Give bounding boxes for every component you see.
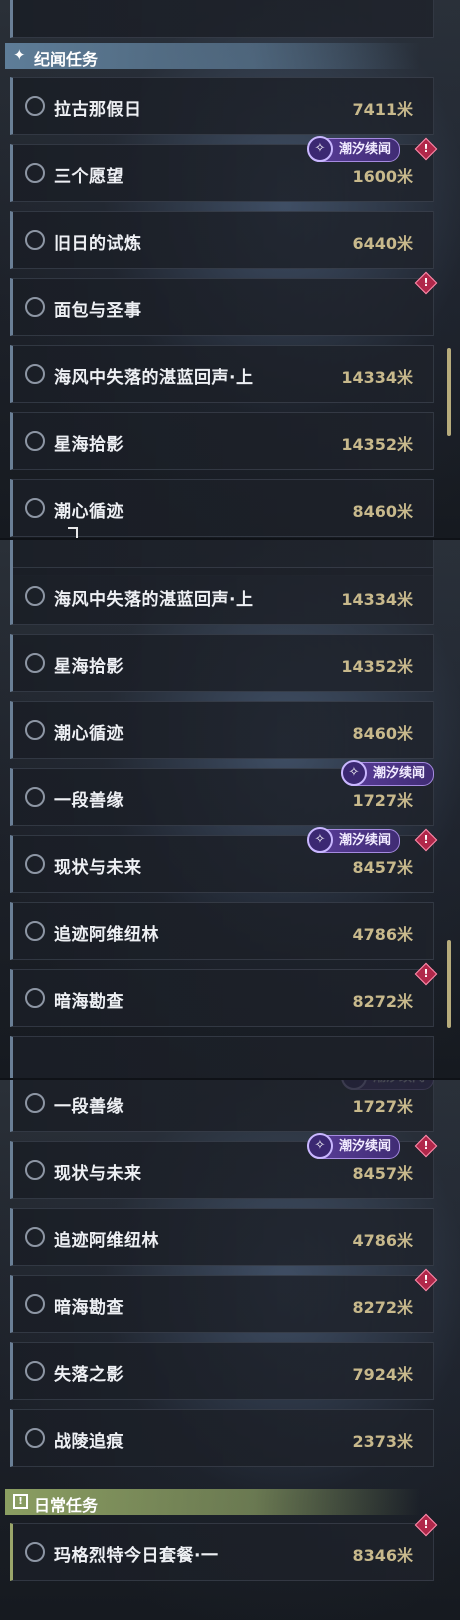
quest-row[interactable]: 暗海勘查 8272米 bbox=[10, 1275, 434, 1333]
quest-row-partial[interactable] bbox=[10, 1036, 434, 1080]
track-circle-icon[interactable] bbox=[25, 720, 45, 740]
track-circle-icon[interactable] bbox=[25, 1294, 45, 1314]
quest-row[interactable]: 海风中失落的湛蓝回声·上 14334米 bbox=[10, 567, 434, 625]
quest-row[interactable]: 一段善缘 1727米 bbox=[10, 1080, 434, 1132]
track-circle-icon[interactable] bbox=[25, 364, 45, 384]
quest-row[interactable]: 拉古那假日 7411米 bbox=[10, 77, 434, 135]
quest-row[interactable]: 潮心循迹 8460米 bbox=[10, 701, 434, 759]
quest-row[interactable]: 失落之影 7924米 bbox=[10, 1342, 434, 1400]
daily-quest-row[interactable]: 玛格烈特今日套餐·一 8346米 bbox=[10, 1523, 434, 1581]
quest-row[interactable]: 星海拾影 14352米 bbox=[10, 412, 434, 470]
section-header-story: ✦ 纪闻任务 bbox=[5, 43, 420, 69]
tide-swirl-icon: ✧ bbox=[307, 136, 333, 162]
track-circle-icon[interactable] bbox=[25, 1160, 45, 1180]
quest-row-partial[interactable] bbox=[10, 0, 434, 38]
quest-row[interactable]: 面包与圣事 bbox=[10, 278, 434, 336]
track-circle-icon[interactable] bbox=[25, 1542, 45, 1562]
quest-panel-1: ✦ 纪闻任务 拉古那假日 7411米 三个愿望 1600米 旧日的试炼 6440… bbox=[0, 0, 460, 540]
tide-swirl-icon: ✧ bbox=[307, 1133, 333, 1159]
section-header-daily: ! 日常任务 bbox=[5, 1489, 420, 1515]
track-circle-icon[interactable] bbox=[25, 498, 45, 518]
track-circle-icon[interactable] bbox=[25, 1227, 45, 1247]
track-circle-icon[interactable] bbox=[25, 653, 45, 673]
tide-swirl-icon: ✧ bbox=[341, 760, 367, 786]
quest-row[interactable]: 海风中失落的湛蓝回声·上 14334米 bbox=[10, 345, 434, 403]
tide-story-tag: ✧ 潮汐续闻 bbox=[307, 827, 401, 853]
track-circle-icon[interactable] bbox=[25, 230, 45, 250]
quest-row[interactable]: 战陵追痕 2373米 bbox=[10, 1409, 434, 1467]
quest-panel-3: ✧ 潮汐续闻 一段善缘 1727米 现状与未来 8457米 追迹阿维纽林 478… bbox=[0, 1080, 460, 1620]
quest-row[interactable]: 星海拾影 14352米 bbox=[10, 634, 434, 692]
track-circle-icon[interactable] bbox=[25, 96, 45, 116]
scrollbar-thumb[interactable] bbox=[447, 348, 451, 436]
sparkle-icon: ✦ bbox=[13, 46, 26, 64]
track-circle-icon[interactable] bbox=[25, 297, 45, 317]
track-circle-icon[interactable] bbox=[25, 163, 45, 183]
track-circle-icon[interactable] bbox=[25, 586, 45, 606]
track-circle-icon[interactable] bbox=[25, 1093, 45, 1113]
track-circle-icon[interactable] bbox=[25, 854, 45, 874]
track-circle-icon[interactable] bbox=[25, 1361, 45, 1381]
track-circle-icon[interactable] bbox=[25, 921, 45, 941]
quest-row[interactable]: 旧日的试炼 6440米 bbox=[10, 211, 434, 269]
quest-row[interactable]: 追迹阿维纽林 4786米 bbox=[10, 902, 434, 960]
quest-row[interactable]: 暗海勘查 8272米 bbox=[10, 969, 434, 1027]
tide-story-tag: ✧ 潮汐续闻 bbox=[341, 760, 435, 786]
track-circle-icon[interactable] bbox=[25, 787, 45, 807]
scrollbar-thumb[interactable] bbox=[447, 940, 451, 1028]
track-circle-icon[interactable] bbox=[25, 988, 45, 1008]
quest-row[interactable]: 追迹阿维纽林 4786米 bbox=[10, 1208, 434, 1266]
tide-story-tag: ✧ 潮汐续闻 bbox=[307, 1133, 401, 1159]
track-circle-icon[interactable] bbox=[25, 1428, 45, 1448]
quest-panel-2: 海风中失落的湛蓝回声·上 14334米 星海拾影 14352米 潮心循迹 846… bbox=[0, 540, 460, 1080]
tide-swirl-icon: ✧ bbox=[307, 827, 333, 853]
exclamation-box-icon: ! bbox=[13, 1494, 28, 1509]
tide-story-tag: ✧ 潮汐续闻 bbox=[307, 136, 401, 162]
track-circle-icon[interactable] bbox=[25, 431, 45, 451]
